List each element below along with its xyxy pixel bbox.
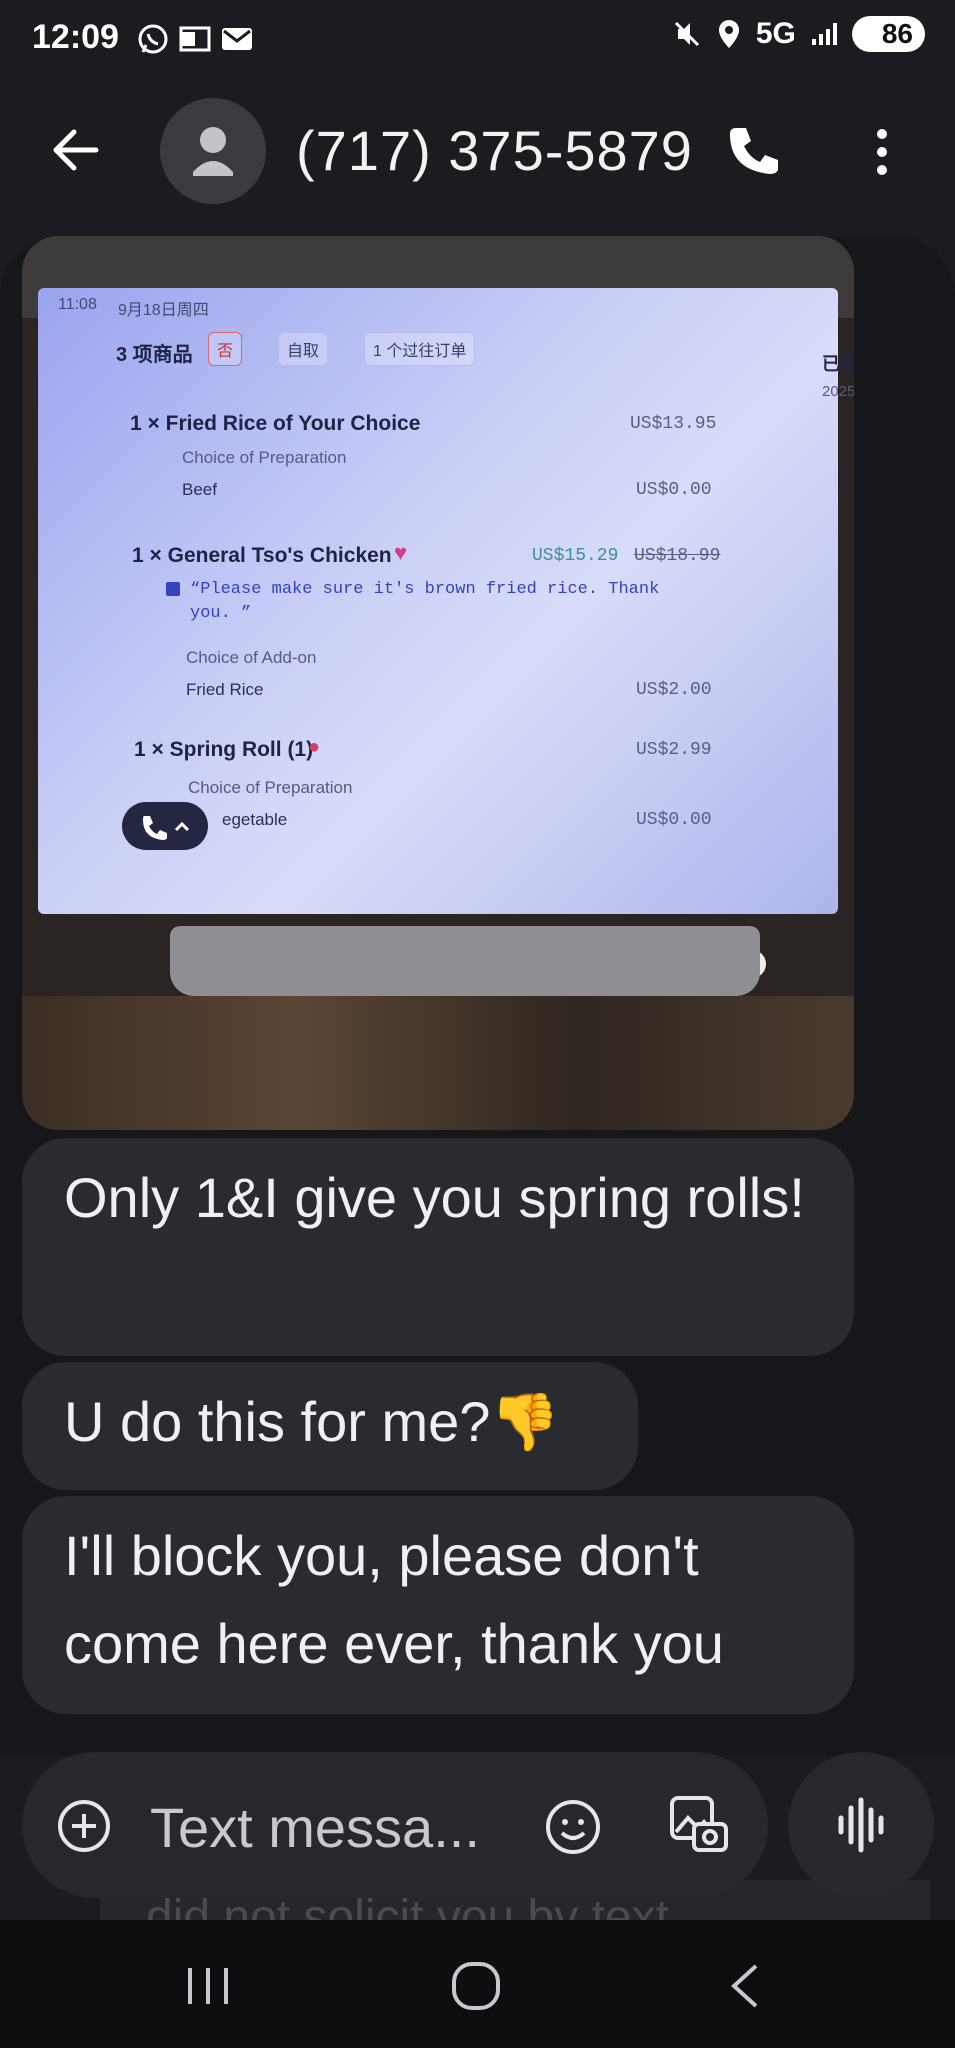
mail-icon [222,28,252,50]
photo-item-name: 1 × Fried Rice of Your Choice [130,412,421,435]
phone-icon[interactable] [722,120,782,180]
photo-item-old-price: US$18.99 [634,546,721,566]
recents-icon[interactable] [178,1960,238,2012]
emoji-icon[interactable] [544,1798,602,1856]
note-icon [166,582,180,596]
home-icon[interactable] [446,1960,506,2012]
photo-option-value: Fried Rice [186,680,264,699]
photo-order-count: 3 项商品 [116,344,193,366]
photo-chip-pickup: 自取 [278,332,329,366]
photo-option-price: US$0.00 [636,810,712,830]
photo-message[interactable]: 11:08 9月18日周四 3 项商品 否 自取 1 个过往订单 已完成 202… [22,236,854,1130]
photo-chip-dine: 否 [208,332,243,366]
battery-icon: 86 [851,16,925,52]
message-text: U do this for me?👎 [64,1390,561,1453]
photo-option-label: Choice of Preparation [182,448,347,467]
message-bubble[interactable]: U do this for me?👎 [22,1362,638,1490]
photo-item-price: US$15.29 [532,546,619,566]
status-right-group: 5G 86 [672,16,925,52]
status-time: 12:09 [32,18,119,56]
photo-chip-past-orders: 1 个过往订单 [364,332,476,366]
message-input[interactable] [148,1788,512,1866]
photo-option-price: US$2.00 [636,680,712,700]
voice-wave-icon [838,1797,884,1853]
photo-item-note: “Please make sure it's brown fried rice.… [190,580,660,623]
avatar-icon [193,127,233,176]
photo-screen-time: 11:08 [58,296,97,313]
message-text: Only 1&I give you spring rolls! [64,1166,805,1229]
avatar[interactable] [160,98,266,204]
photo-tablet-stand [170,926,760,996]
photo-screen-date: 9月18日周四 [118,302,209,319]
add-circle-icon[interactable] [56,1798,112,1854]
photo-option-label: Choice of Add-on [186,648,317,667]
photo-chip-past-label: 1 个过往订单 [373,343,467,360]
message-text: I'll block you, please don't come here e… [64,1524,724,1675]
photo-option-price: US$0.00 [636,480,712,500]
photo-item-price: US$13.95 [630,414,717,434]
gallery-icon[interactable] [668,1794,730,1856]
floating-call-pill [122,802,208,850]
network-label: 5G [755,17,796,50]
photo-granite-counter [22,996,854,1130]
photo-item-name: 1 × Spring Roll (1) [134,738,314,761]
photo-item-name: 1 × General Tso's Chicken [132,544,392,567]
photo-option-value: Beef [182,480,217,499]
heart-icon: ♥ [394,540,408,565]
location-icon [718,20,739,48]
photo-item-price: US$2.99 [636,740,712,760]
emoji-heart-eyes-icon: ● [308,736,321,758]
voice-button[interactable] [788,1752,934,1898]
photo-tablet-screen: 11:08 9月18日周四 3 项商品 否 自取 1 个过往订单 已完成 202… [38,288,854,978]
photo-cut-status: 已完成 [822,354,854,374]
photo-chip-pickup-label: 自取 [287,343,320,360]
photo-chip-dine-label: 否 [217,343,234,360]
mute-vibrate-icon [674,21,699,47]
battery-level: 86 [881,18,913,49]
message-bubble[interactable]: Only 1&I give you spring rolls! [22,1138,854,1356]
photo-option-value: egetable [222,810,288,829]
contact-title[interactable]: (717) 375-5879 [296,118,693,183]
photo-cut-year: 2025年 [822,383,854,400]
back-icon[interactable] [716,1960,776,2012]
back-arrow-icon[interactable] [48,122,104,178]
message-bubble[interactable]: I'll block you, please don't come here e… [22,1496,854,1714]
whatsapp-icon [138,24,168,54]
more-vert-icon[interactable] [858,122,906,182]
outlook-icon [179,26,211,52]
phone-chevron-icon [143,816,190,840]
photo-option-label: Choice of Preparation [188,778,353,797]
signal-icon [811,23,837,45]
